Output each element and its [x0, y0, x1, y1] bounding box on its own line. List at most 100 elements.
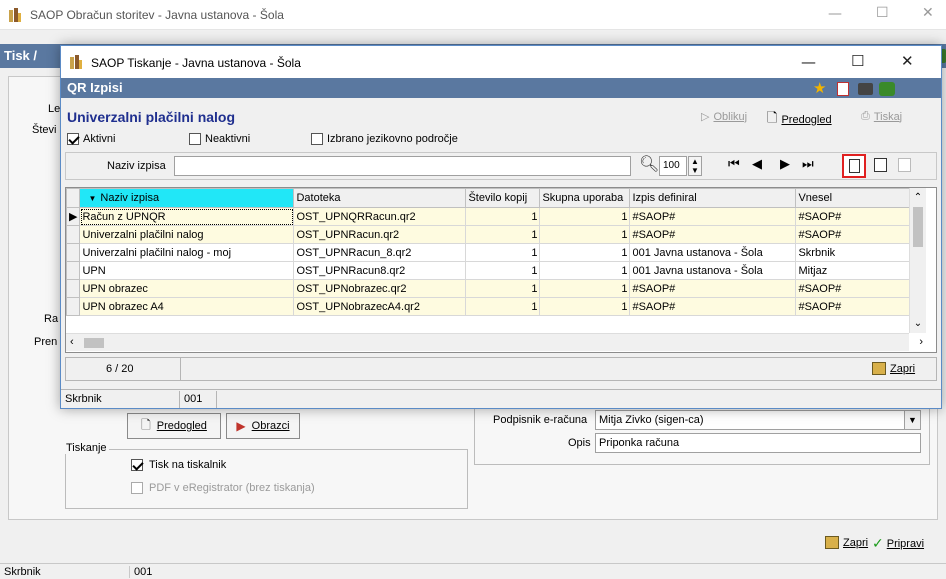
edit-icon[interactable]	[874, 158, 887, 172]
cell-definiral[interactable]: #SAOP#	[629, 279, 797, 298]
back-minimize-button[interactable]: —	[828, 6, 842, 22]
scroll-thumb[interactable]	[913, 207, 923, 247]
printer-icon[interactable]	[858, 83, 873, 95]
export-icon[interactable]	[837, 82, 849, 96]
table-row[interactable]: UPN OST_UPNRacun8.qr2 1 1 001 Javna usta…	[66, 261, 912, 280]
cell-datoteka[interactable]: OST_UPNRacun.qr2	[293, 225, 467, 244]
print-to-printer-checkbox[interactable]: Tisk na tiskalnik	[131, 459, 226, 471]
back-maximize-button[interactable]: ☐	[876, 5, 889, 21]
active-checkbox[interactable]: Aktivni	[67, 133, 115, 145]
cell-naziv[interactable]: UPN obrazec	[79, 279, 295, 298]
back-close-action[interactable]: Zapri	[825, 536, 868, 549]
preview-icon: 🗋	[141, 417, 151, 432]
cell-skupna[interactable]: 1	[539, 243, 631, 262]
table-row[interactable]: UPN obrazec OST_UPNobrazec.qr2 1 1 #SAOP…	[66, 279, 912, 298]
cell-naziv[interactable]: Račun z UPNQR	[79, 207, 295, 226]
cell-datoteka[interactable]: OST_UPNobrazecA4.qr2	[293, 297, 467, 316]
cell-definiral[interactable]: 001 Javna ustanova - Šola	[629, 261, 797, 280]
cell-skupna[interactable]: 1	[539, 225, 631, 244]
cell-skupna[interactable]: 1	[539, 297, 631, 316]
table-row[interactable]: Univerzalni plačilni nalog - moj OST_UPN…	[66, 243, 912, 262]
cell-definiral[interactable]: #SAOP#	[629, 297, 797, 316]
dialog-close-action[interactable]: Zapri	[872, 362, 915, 375]
column-header-kopij[interactable]: Število kopij	[465, 188, 541, 208]
pdf-eregistrator-checkbox[interactable]: PDF v eRegistrator (brez tiskanja)	[131, 482, 315, 494]
table-row[interactable]: Univerzalni plačilni nalog OST_UPNRacun.…	[66, 225, 912, 244]
close-door-icon	[872, 362, 886, 375]
preview-button[interactable]: 🗋 Predogled	[767, 109, 832, 131]
design-button[interactable]: ▷ Oblikuj	[701, 110, 747, 124]
first-record-icon[interactable]: ⏮	[728, 157, 740, 172]
new-document-icon[interactable]	[842, 154, 866, 178]
column-header-naziv[interactable]: ▼ Naziv izpisa	[79, 188, 295, 208]
back-close-button[interactable]: ✕	[922, 5, 934, 21]
cell-naziv[interactable]: UPN	[79, 261, 295, 280]
column-header-datoteka[interactable]: Datoteka	[293, 188, 467, 208]
cell-vnesel[interactable]: Mitjaz	[795, 261, 912, 280]
previous-record-icon[interactable]: ◀	[752, 157, 762, 172]
tools-icon[interactable]	[879, 82, 895, 96]
dialog-status-bar: Skrbnik 001	[61, 389, 941, 408]
description-field[interactable]: Priponka računa	[595, 433, 921, 453]
search-input[interactable]	[174, 156, 631, 176]
scroll-thumb[interactable]	[84, 338, 104, 348]
dialog-minimize-button[interactable]: —	[801, 53, 816, 71]
next-record-icon[interactable]: ▶	[780, 157, 790, 172]
cell-skupna[interactable]: 1	[539, 261, 631, 280]
cell-datoteka[interactable]: OST_UPNobrazec.qr2	[293, 279, 467, 298]
signer-select[interactable]: Mitja Zivko (sigen-ca) ▼	[595, 410, 921, 430]
vertical-scrollbar[interactable]: ⌃ ⌄	[909, 188, 926, 333]
cell-naziv[interactable]: UPN obrazec A4	[79, 297, 295, 316]
row-indicator	[66, 243, 81, 262]
chevron-down-icon: ▼	[904, 411, 920, 429]
table-row[interactable]: UPN obrazec A4 OST_UPNobrazecA4.qr2 1 1 …	[66, 297, 912, 316]
back-preview-button[interactable]: 🗋 Predogled	[127, 413, 221, 439]
cell-skupna[interactable]: 1	[539, 207, 631, 226]
cell-datoteka[interactable]: OST_UPNRacun_8.qr2	[293, 243, 467, 262]
cell-kopij[interactable]: 1	[465, 297, 541, 316]
back-label-stevilka: Števi	[32, 124, 57, 136]
cell-kopij[interactable]: 1	[465, 279, 541, 298]
scroll-right-icon[interactable]: ›	[919, 336, 923, 348]
cell-naziv[interactable]: Univerzalni plačilni nalog	[79, 225, 295, 244]
dialog-close-button[interactable]: ✕	[901, 52, 914, 70]
cell-naziv[interactable]: Univerzalni plačilni nalog - moj	[79, 243, 295, 262]
cell-kopij[interactable]: 1	[465, 243, 541, 262]
delete-icon[interactable]	[898, 158, 911, 172]
cell-definiral[interactable]: #SAOP#	[629, 225, 797, 244]
cell-kopij[interactable]: 1	[465, 225, 541, 244]
scroll-up-icon[interactable]: ⌃	[910, 192, 926, 203]
inactive-checkbox[interactable]: Neaktivni	[189, 133, 250, 145]
scroll-left-icon[interactable]: ‹	[70, 336, 74, 348]
back-status-bar: Skrbnik 001	[0, 563, 946, 579]
column-header-vnesel[interactable]: Vnesel	[795, 188, 912, 208]
cell-vnesel[interactable]: Skrbnik	[795, 243, 912, 262]
language-checkbox[interactable]: Izbrano jezikovno področje	[311, 133, 458, 145]
cell-vnesel[interactable]: #SAOP#	[795, 297, 912, 316]
cell-vnesel[interactable]: #SAOP#	[795, 225, 912, 244]
column-header-definiral[interactable]: Izpis definiral	[629, 188, 797, 208]
dialog-maximize-button[interactable]: ☐	[851, 52, 864, 70]
stepper-icon[interactable]: ▲ ▼	[688, 156, 702, 176]
back-forms-button[interactable]: ▶ Obrazci	[226, 413, 300, 439]
checkmark-icon: ✓	[872, 536, 884, 552]
column-header-skupna[interactable]: Skupna uporaba	[539, 188, 631, 208]
cell-definiral[interactable]: 001 Javna ustanova - Šola	[629, 243, 797, 262]
cell-skupna[interactable]: 1	[539, 279, 631, 298]
scroll-down-icon[interactable]: ⌄	[910, 318, 926, 329]
page-size-stepper[interactable]: 100	[659, 156, 687, 176]
last-record-icon[interactable]: ⏭	[802, 157, 814, 172]
cell-definiral[interactable]: #SAOP#	[629, 207, 797, 226]
cell-kopij[interactable]: 1	[465, 207, 541, 226]
cell-datoteka[interactable]: OST_UPNRacun8.qr2	[293, 261, 467, 280]
print-button[interactable]: ⎙ Tiskaj	[861, 110, 902, 123]
search-icon[interactable]: 🔍︎	[639, 154, 659, 173]
table-row[interactable]: ▶ Račun z UPNQR OST_UPNQRRacun.qr2 1 1 #…	[66, 207, 912, 226]
horizontal-scrollbar[interactable]: ‹ ›	[66, 333, 923, 351]
favorite-star-icon[interactable]: ★	[813, 79, 826, 97]
prepare-button[interactable]: ✓ Pripravi	[872, 536, 924, 552]
cell-vnesel[interactable]: #SAOP#	[795, 207, 912, 226]
cell-kopij[interactable]: 1	[465, 261, 541, 280]
cell-datoteka[interactable]: OST_UPNQRRacun.qr2	[293, 207, 467, 226]
cell-vnesel[interactable]: #SAOP#	[795, 279, 912, 298]
